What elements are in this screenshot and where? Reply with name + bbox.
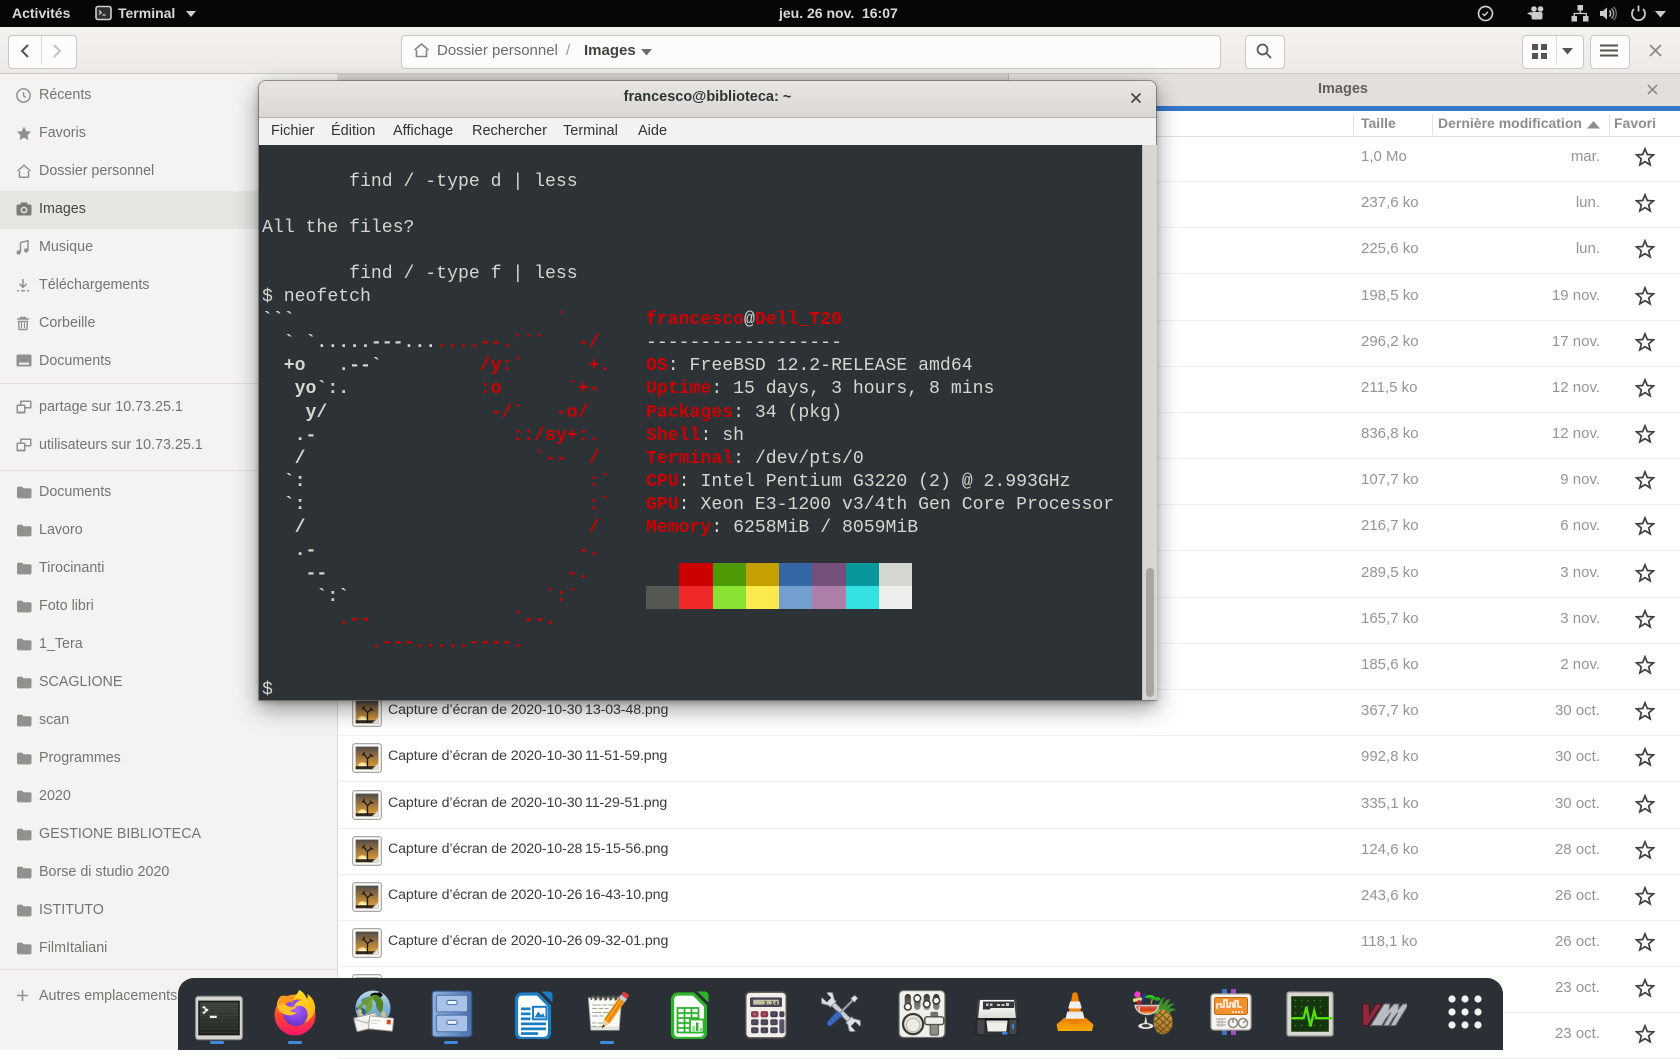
svg-text:3.14: 3.14 <box>763 999 778 1006</box>
